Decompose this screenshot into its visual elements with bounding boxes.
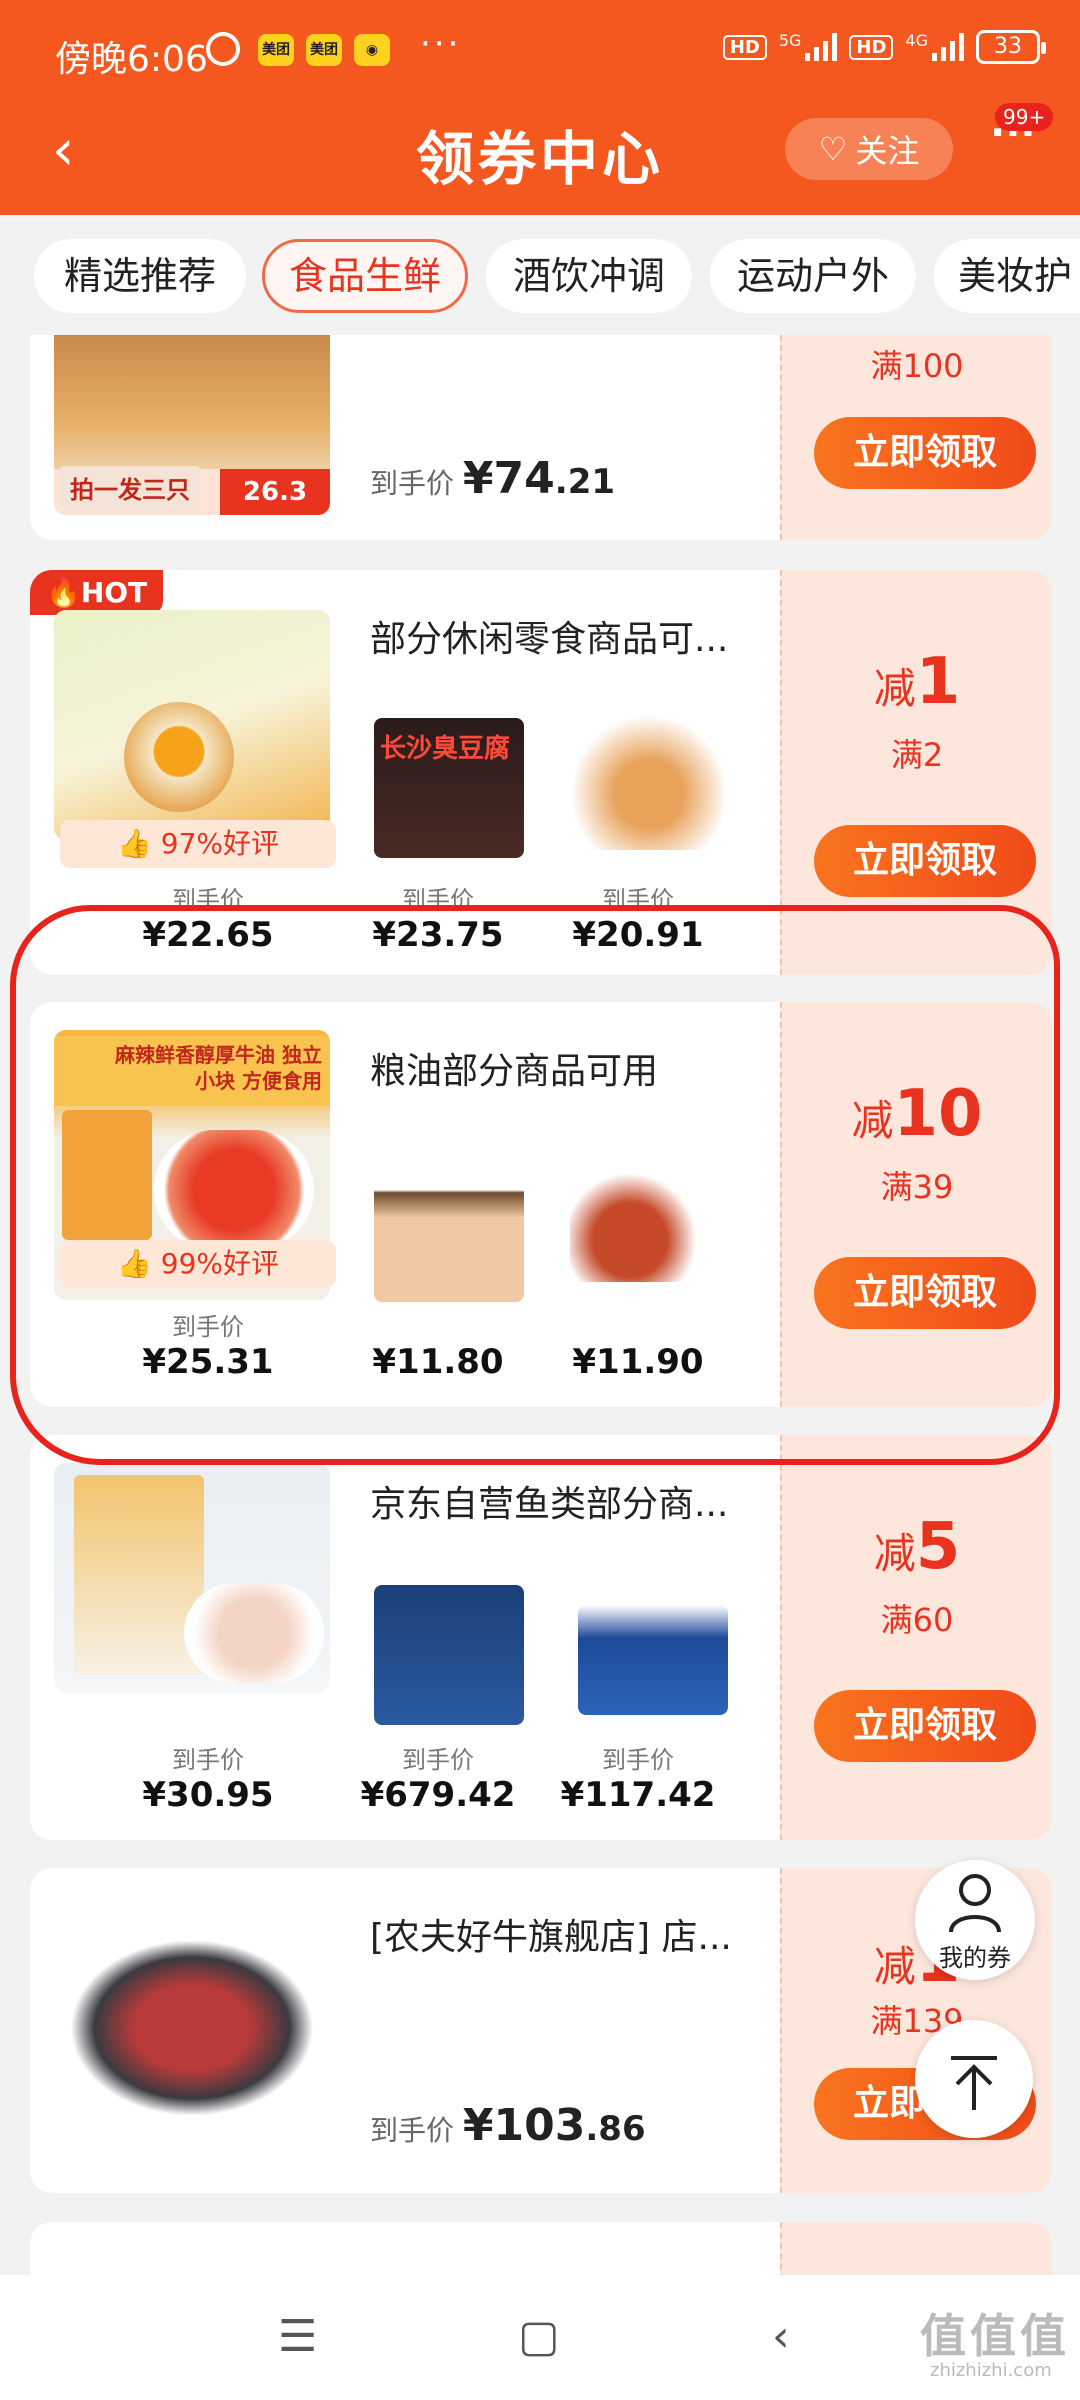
price-row: 到手价 ¥74.21 <box>370 453 615 504</box>
price-decimal: .21 <box>554 462 616 502</box>
weibo-icon: ◉ <box>354 34 390 66</box>
menu-icon[interactable]: ☰ <box>278 2311 317 2362</box>
signal-icon-2 <box>932 33 964 61</box>
product-thumb-giftbox <box>578 1605 728 1715</box>
back-to-top-button[interactable] <box>915 2020 1033 2138</box>
coupon-amount: 减5 <box>782 1510 1052 1584</box>
hd-icon: HD <box>722 34 767 60</box>
meituan-app-icon: 美团 <box>258 34 294 66</box>
price-value: ¥30.95 <box>142 1775 274 1815</box>
alarm-icon <box>206 32 240 66</box>
category-tabs: 精选推荐 食品生鲜 酒饮冲调 运动户外 美妆护 <box>0 215 1080 335</box>
price-row: 到手价 ¥103.86 <box>370 2100 646 2151</box>
my-coupons-label: 我的券 <box>939 1944 1011 1972</box>
hot-label: HOT <box>80 576 148 609</box>
watermark-url: zhizhizhi.com <box>930 2360 1052 2381</box>
coupon-threshold: 满60 <box>880 1601 954 1639</box>
coupon-threshold: 满100 <box>870 347 964 385</box>
price-label: 到手价 <box>602 1746 674 1774</box>
price-label: 到手价 <box>172 1746 244 1774</box>
reduce-value: 1 <box>915 645 961 719</box>
heart-icon: ♡ <box>818 130 848 168</box>
battery-icon: 33 <box>976 30 1046 64</box>
price-integer: ¥103 <box>462 2100 586 2151</box>
follow-label: 关注 <box>855 132 920 170</box>
tab-drinks[interactable]: 酒饮冲调 <box>486 239 692 313</box>
price-label: 到手价 <box>402 1746 474 1774</box>
price-value: ¥679.42 <box>360 1775 516 1815</box>
product-image-fish <box>54 1463 330 1693</box>
tab-food-fresh[interactable]: 食品生鲜 <box>262 239 468 313</box>
system-nav-bar: ☰ ▢ ‹ <box>0 2275 1080 2400</box>
tab-outdoor[interactable]: 运动户外 <box>710 239 916 313</box>
status-bar: 傍晚6:06 美团 美团 ◉ ··· HD 5G HD 4G 33 <box>0 0 1080 100</box>
status-right: HD 5G HD 4G 33 <box>722 30 1046 64</box>
price-decimal: .86 <box>585 2109 646 2149</box>
reduce-label: 减 <box>873 1942 916 1991</box>
status-more-icon: ··· <box>420 24 462 64</box>
home-icon[interactable]: ▢ <box>518 2311 560 2362</box>
coupon-title: [农夫好牛旗舰店] 店... <box>370 1917 732 1958</box>
follow-button[interactable]: ♡ 关注 <box>785 118 953 180</box>
signal-4g-label: 4G <box>905 30 928 50</box>
reduce-value: 5 <box>915 1510 961 1584</box>
claim-button[interactable]: 立即领取 <box>814 417 1036 489</box>
meituan-app-icon-2: 美团 <box>306 34 342 66</box>
nav-bar: ‹ 领券中心 ♡ 关注 ··· 99+ <box>0 100 1080 215</box>
product-thumb-egg <box>574 710 724 850</box>
fire-icon: 🔥 <box>46 576 81 609</box>
reduce-label: 减 <box>873 664 916 713</box>
product-thumb-giftbag <box>374 1585 524 1725</box>
product-image-eggs <box>54 610 330 840</box>
message-badge: 99+ <box>995 103 1054 131</box>
price-label: 到手价 <box>370 467 455 500</box>
product-image-steak <box>54 1928 330 2128</box>
tab-beauty[interactable]: 美妆护 <box>934 239 1080 313</box>
fish-plate <box>184 1583 324 1683</box>
user-icon <box>949 1874 1001 1933</box>
promo-label: 拍一发三只 <box>60 466 200 509</box>
signal-5g-label: 5G <box>778 30 802 50</box>
hd-icon-2: HD <box>849 34 894 60</box>
signal-icon <box>805 33 838 61</box>
coupon-panel: 减5 满60 立即领取 <box>780 1435 1052 1840</box>
back-nav-icon[interactable]: ‹ <box>772 2311 790 2362</box>
price-value: ¥117.42 <box>560 1775 716 1815</box>
coupon-card[interactable]: 京东自营鱼类部分商... 到手价 到手价 到手价 ¥30.95 ¥679.42 … <box>30 1435 1052 1840</box>
coupon-title: 京东自营鱼类部分商... <box>370 1484 729 1525</box>
rating-badge: 👍 97%好评 <box>60 820 336 868</box>
highlight-annotation <box>10 905 1060 1465</box>
thumbs-up-icon: 👍 <box>116 827 152 860</box>
thumb-label: 长沙臭豆腐 <box>380 734 511 764</box>
hot-badge: 🔥HOT <box>30 570 164 615</box>
claim-button[interactable]: 立即领取 <box>814 1690 1036 1762</box>
egg-shape <box>124 702 234 812</box>
promo-price: 26.3 <box>220 469 330 515</box>
coupon-card[interactable]: [农夫好牛旗舰店] 店... 到手价 ¥103.86 减1 满139 立即领取 <box>30 1868 1052 2193</box>
price-integer: ¥74 <box>462 453 555 504</box>
watermark-logo: 值值值 <box>920 2309 1070 2363</box>
status-time: 傍晚6:06 <box>55 39 208 80</box>
price-label: 到手价 <box>370 2114 455 2147</box>
claim-button[interactable]: 立即领取 <box>814 825 1036 897</box>
header: 傍晚6:06 美团 美团 ◉ ··· HD 5G HD 4G 33 ‹ 领券中心… <box>0 0 1080 215</box>
arrow-up-icon <box>951 2056 997 2110</box>
tab-featured[interactable]: 精选推荐 <box>34 239 246 313</box>
product-thumb-tofu: 长沙臭豆腐 <box>374 718 524 858</box>
reduce-label: 减 <box>873 1529 916 1578</box>
coupon-amount: 减1 <box>782 645 1052 719</box>
my-coupons-button[interactable]: 我的券 <box>915 1860 1035 1980</box>
coupon-panel: 满100 立即领取 <box>780 335 1052 540</box>
coupon-card[interactable]: 拍一发三只 26.3 到手价 ¥74.21 满100 立即领取 <box>30 335 1052 540</box>
coupon-threshold: 满2 <box>890 736 944 774</box>
coupon-title: 部分休闲零食商品可... <box>370 619 729 660</box>
rating-text: 97%好评 <box>160 827 280 860</box>
product-image: 拍一发三只 26.3 <box>54 335 330 515</box>
